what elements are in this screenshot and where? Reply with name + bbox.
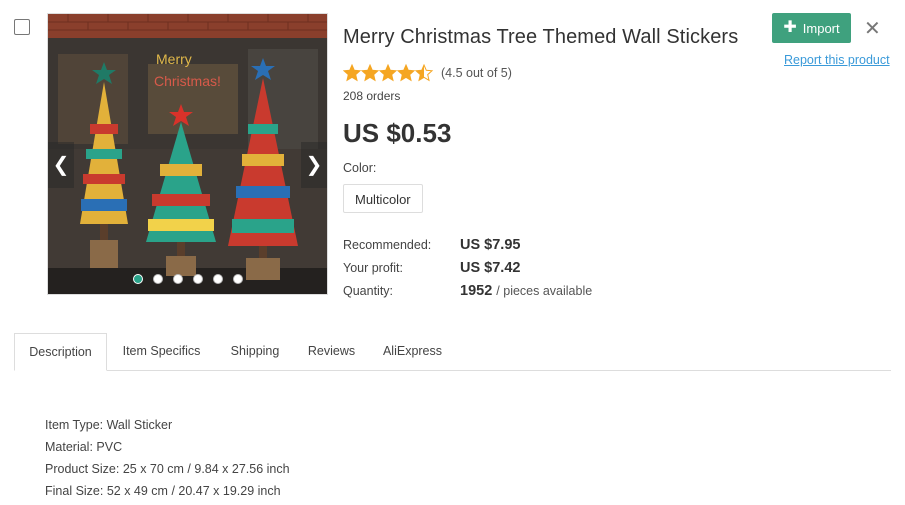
gallery-dot[interactable] <box>172 274 183 284</box>
color-option-multicolor[interactable]: Multicolor <box>343 184 423 213</box>
import-button[interactable]: ✚ Import <box>772 13 851 43</box>
quantity-unit: / pieces available <box>496 284 593 298</box>
tab-aliexpress[interactable]: AliExpress <box>369 333 456 370</box>
image-text-christmas: Christmas! <box>154 73 221 89</box>
rating-stars-icon <box>343 64 435 82</box>
tab-item-specifics[interactable]: Item Specifics <box>107 333 216 370</box>
product-image-gallery: Merry Christmas! ❮ ❯ <box>47 13 328 295</box>
quantity-label: Quantity: <box>343 284 394 298</box>
tab-description[interactable]: Description <box>14 333 107 371</box>
product-tabs: Description Item Specifics Shipping Revi… <box>14 333 891 371</box>
recommended-label: Recommended: <box>343 238 432 252</box>
description-line: Product Size: 25 x 70 cm / 9.84 x 27.56 … <box>45 462 290 476</box>
gallery-next-button[interactable]: ❯ <box>301 142 327 188</box>
color-label: Color: <box>343 161 377 175</box>
gallery-dot[interactable] <box>192 274 203 284</box>
image-text-merry: Merry <box>156 51 192 67</box>
import-label: Import <box>802 20 840 36</box>
close-icon[interactable]: ✕ <box>864 19 881 39</box>
product-price: US $0.53 <box>343 118 452 148</box>
chevron-right-icon: ❯ <box>305 154 323 176</box>
description-line: Material: PVC <box>45 440 123 454</box>
plus-icon: ✚ <box>783 19 797 36</box>
description-line: Final Size: 52 x 49 cm / 20.47 x 19.29 i… <box>45 484 281 498</box>
orders-count: 208 orders <box>343 89 401 103</box>
gallery-dot[interactable] <box>132 274 143 284</box>
description-content: Item Type: Wall Sticker Material: PVC Pr… <box>45 414 290 502</box>
gallery-dot[interactable] <box>152 274 163 284</box>
gallery-dots <box>48 274 327 284</box>
tab-shipping[interactable]: Shipping <box>216 333 294 370</box>
gallery-dot[interactable] <box>212 274 223 284</box>
quantity-value-row: 1952 / pieces available <box>460 283 592 299</box>
chevron-left-icon: ❮ <box>52 154 70 176</box>
report-product-link[interactable]: Report this product <box>784 53 890 67</box>
description-line: Item Type: Wall Sticker <box>45 418 173 432</box>
rating-text: (4.5 out of 5) <box>441 66 512 80</box>
gallery-prev-button[interactable]: ❮ <box>48 142 74 188</box>
recommended-value: US $7.95 <box>460 237 521 253</box>
profit-value: US $7.42 <box>460 260 521 276</box>
profit-label: Your profit: <box>343 261 403 275</box>
product-rating: (4.5 out of 5) <box>343 64 512 82</box>
product-title: Merry Christmas Tree Themed Wall Sticker… <box>343 26 739 48</box>
quantity-value: 1952 <box>460 283 493 299</box>
tab-reviews[interactable]: Reviews <box>294 333 369 370</box>
product-image: Merry Christmas! <box>48 14 327 294</box>
select-product-checkbox[interactable] <box>14 19 30 35</box>
gallery-dot[interactable] <box>232 274 243 284</box>
